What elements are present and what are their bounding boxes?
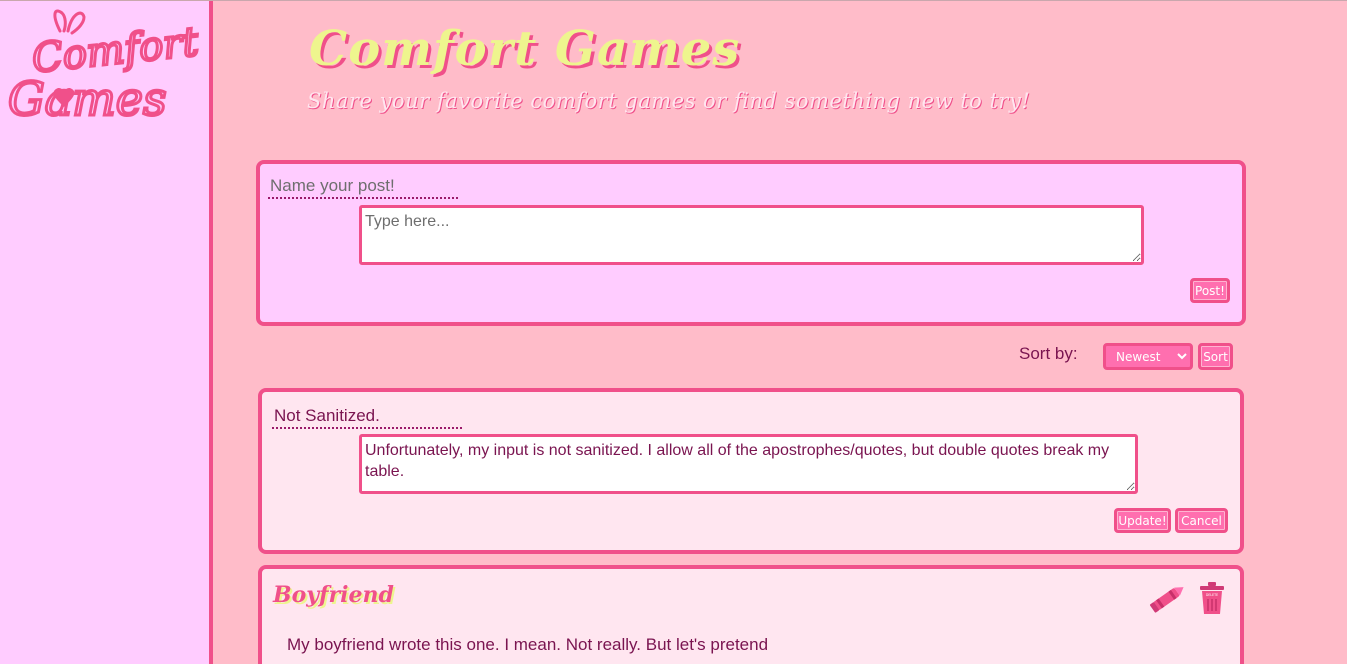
sort-select[interactable]: Newest xyxy=(1103,343,1193,370)
site-title: Comfort Games xyxy=(309,21,741,77)
trash-label: DELETE xyxy=(1206,593,1218,597)
update-button[interactable]: Update! xyxy=(1114,508,1171,533)
post-body: My boyfriend wrote this one. I mean. Not… xyxy=(287,635,769,654)
post-body-input[interactable] xyxy=(359,205,1144,265)
sort-label: Sort by: xyxy=(1019,344,1078,363)
edit-post-name-input[interactable] xyxy=(272,405,462,429)
sort-button[interactable]: Sort xyxy=(1198,343,1233,370)
sidebar: Comfort Games xyxy=(0,1,213,664)
bunny-ears-icon xyxy=(53,9,86,35)
edit-post-form: Unfortunately, my input is not sanitized… xyxy=(258,388,1244,554)
cancel-button[interactable]: Cancel xyxy=(1175,508,1228,533)
crayon-edit-icon[interactable] xyxy=(1147,582,1189,614)
edit-post-body-input[interactable]: Unfortunately, my input is not sanitized… xyxy=(359,434,1138,494)
trash-delete-icon[interactable]: DELETE xyxy=(1198,581,1226,615)
site-subtitle: Share your favorite comfort games or fin… xyxy=(307,89,1031,113)
main-content: Comfort Games Share your favorite comfor… xyxy=(213,1,1347,664)
new-post-form: Post! xyxy=(256,160,1246,326)
post-button[interactable]: Post! xyxy=(1190,278,1230,303)
post-card: Boyfriend DELETE My boyfriend wrote this… xyxy=(258,565,1244,664)
logo-line-2: Games xyxy=(8,72,167,125)
comfort-games-logo[interactable]: Comfort Games xyxy=(2,3,207,125)
post-title: Boyfriend xyxy=(273,582,394,608)
post-name-input[interactable] xyxy=(268,175,458,199)
